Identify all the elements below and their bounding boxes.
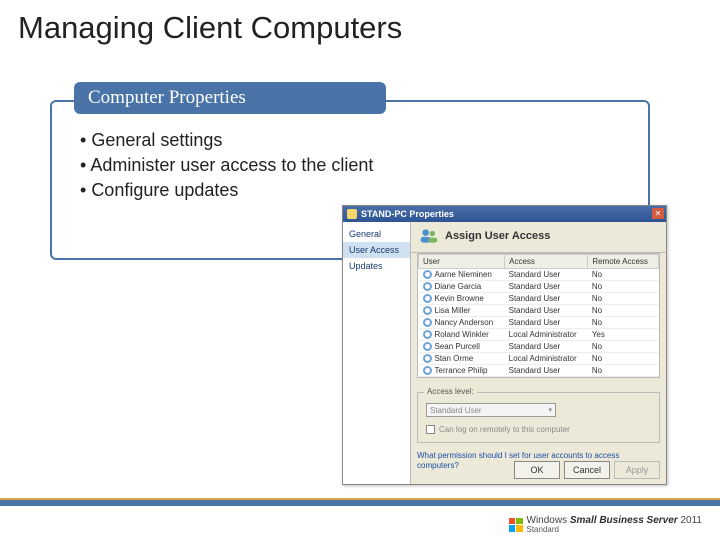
user-name: Roland Winkler <box>435 330 489 339</box>
user-icon <box>423 306 432 315</box>
table-row[interactable]: Sean Purcell Standard UserNo <box>419 341 659 353</box>
user-access-table: User Access Remote Access Aarne Nieminen… <box>418 254 659 377</box>
users-icon <box>419 226 439 246</box>
table-row[interactable]: Nancy Anderson Standard UserNo <box>419 317 659 329</box>
user-name: Stan Orme <box>435 354 474 363</box>
access-level-group: Access level: Standard User ▾ Can log on… <box>417 392 660 443</box>
bullet-item: Administer user access to the client <box>80 153 373 178</box>
user-name: Kevin Browne <box>435 294 484 303</box>
apply-button[interactable]: Apply <box>614 461 660 479</box>
user-remote: No <box>588 365 659 377</box>
dialog-main: Assign User Access User Access Remote Ac… <box>411 222 666 484</box>
remote-logon-label: Can log on remotely to this computer <box>439 425 570 434</box>
user-access: Standard User <box>505 269 588 281</box>
user-remote: No <box>588 293 659 305</box>
box-header: Computer Properties <box>74 82 386 114</box>
user-access: Standard User <box>505 365 588 377</box>
user-name: Terrance Philip <box>435 366 488 375</box>
footer-brand: Windows Small Business Server 2011 Stand… <box>527 515 703 534</box>
bullet-item: General settings <box>80 128 373 153</box>
user-icon <box>423 342 432 351</box>
user-icon <box>423 282 432 291</box>
sidebar-item-updates[interactable]: Updates <box>343 258 410 274</box>
user-access: Local Administrator <box>505 329 588 341</box>
col-access[interactable]: Access <box>505 255 588 269</box>
footer-logo: Windows Small Business Server 2011 Stand… <box>509 515 703 534</box>
remote-logon-checkbox[interactable] <box>426 425 435 434</box>
user-access: Standard User <box>505 341 588 353</box>
user-name: Aarne Nieminen <box>435 270 492 279</box>
table-row[interactable]: Terrance Philip Standard UserNo <box>419 365 659 377</box>
bullet-list: General settings Administer user access … <box>80 128 373 204</box>
cancel-button[interactable]: Cancel <box>564 461 610 479</box>
dialog-title: STAND-PC Properties <box>361 209 454 219</box>
windows-flag-icon <box>509 518 523 532</box>
table-row[interactable]: Diane Garcia Standard UserNo <box>419 281 659 293</box>
col-remote[interactable]: Remote Access <box>588 255 659 269</box>
table-row[interactable]: Lisa Miller Standard UserNo <box>419 305 659 317</box>
footer-band <box>0 498 720 506</box>
ok-button[interactable]: OK <box>514 461 560 479</box>
access-level-select[interactable]: Standard User ▾ <box>426 403 556 417</box>
user-icon <box>423 270 432 279</box>
user-icon <box>423 294 432 303</box>
assign-title: Assign User Access <box>445 230 550 242</box>
bullet-item: Configure updates <box>80 178 373 203</box>
user-remote: No <box>588 269 659 281</box>
user-remote: No <box>588 317 659 329</box>
user-name: Lisa Miller <box>435 306 471 315</box>
user-icon <box>423 366 432 375</box>
user-icon <box>423 354 432 363</box>
chevron-down-icon: ▾ <box>548 406 552 414</box>
slide-title: Managing Client Computers <box>0 0 720 52</box>
user-name: Nancy Anderson <box>435 318 494 327</box>
close-icon[interactable]: ✕ <box>652 208 664 219</box>
user-remote: No <box>588 341 659 353</box>
dialog-titlebar[interactable]: STAND-PC Properties ✕ <box>343 206 666 222</box>
user-access: Standard User <box>505 281 588 293</box>
dialog-sidebar: General User Access Updates <box>343 222 411 484</box>
table-row[interactable]: Aarne Nieminen Standard UserNo <box>419 269 659 281</box>
properties-dialog: STAND-PC Properties ✕ General User Acces… <box>342 205 667 485</box>
window-icon <box>347 209 357 219</box>
table-row[interactable]: Roland Winkler Local AdministratorYes <box>419 329 659 341</box>
user-access: Standard User <box>505 293 588 305</box>
user-icon <box>423 318 432 327</box>
user-access: Standard User <box>505 317 588 329</box>
user-name: Diane Garcia <box>435 282 482 291</box>
user-remote: No <box>588 305 659 317</box>
user-remote: No <box>588 281 659 293</box>
user-remote: No <box>588 353 659 365</box>
user-name: Sean Purcell <box>435 342 480 351</box>
table-row[interactable]: Stan Orme Local AdministratorNo <box>419 353 659 365</box>
table-row[interactable]: Kevin Browne Standard UserNo <box>419 293 659 305</box>
col-user[interactable]: User <box>419 255 505 269</box>
user-access: Local Administrator <box>505 353 588 365</box>
access-level-value: Standard User <box>430 406 482 415</box>
user-icon <box>423 330 432 339</box>
access-level-label: Access level: <box>424 387 477 396</box>
sidebar-item-user-access[interactable]: User Access <box>343 242 410 258</box>
sidebar-item-general[interactable]: General <box>343 226 410 242</box>
user-remote: Yes <box>588 329 659 341</box>
user-access: Standard User <box>505 305 588 317</box>
